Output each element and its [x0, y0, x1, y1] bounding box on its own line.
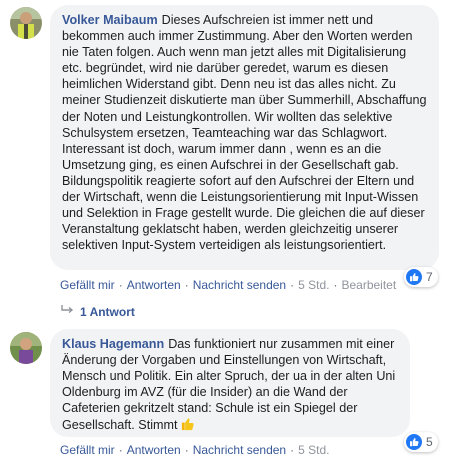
- thumbs-up-icon: [406, 269, 422, 285]
- reply-link[interactable]: Antworten: [127, 278, 181, 292]
- like-link[interactable]: Gefällt mir: [60, 443, 115, 457]
- send-message-link[interactable]: Nachricht senden: [193, 443, 286, 457]
- comment-bubble: Volker Maibaum Dieses Aufschreien ist imm…: [50, 5, 439, 270]
- replies-count-label: 1 Antwort: [80, 304, 135, 319]
- separator-dot: ·: [184, 443, 189, 457]
- send-message-link[interactable]: Nachricht senden: [193, 278, 286, 292]
- reply-link[interactable]: Antworten: [127, 443, 181, 457]
- separator-dot: ·: [118, 278, 123, 292]
- avatar[interactable]: [10, 7, 42, 39]
- separator-dot: ·: [333, 278, 338, 292]
- comment-author[interactable]: Volker Maibaum: [62, 13, 158, 27]
- like-link[interactable]: Gefällt mir: [60, 278, 115, 292]
- comment-actions: Gefällt mir · Antworten · Nachricht senden · 5…: [60, 443, 329, 457]
- separator-dot: ·: [184, 278, 189, 292]
- reply-arrow-icon: [60, 304, 74, 319]
- thumbs-up-icon: [406, 434, 422, 450]
- avatar-photo-icon: [10, 7, 42, 39]
- separator-dot: ·: [290, 278, 295, 292]
- timestamp[interactable]: 5 Std.: [298, 443, 329, 457]
- view-replies-link[interactable]: 1 Antwort: [60, 304, 135, 319]
- reaction-count: 7: [426, 270, 433, 284]
- reaction-summary[interactable]: 5: [404, 432, 438, 452]
- thumbs-up-emoji-icon: [180, 416, 195, 435]
- avatar[interactable]: [10, 332, 42, 364]
- separator-dot: ·: [290, 443, 295, 457]
- comment-text: Dieses Aufschreien ist immer nett und be…: [62, 13, 427, 253]
- reaction-summary[interactable]: 7: [404, 267, 438, 287]
- reaction-count: 5: [426, 435, 433, 449]
- timestamp[interactable]: 5 Std.: [298, 278, 329, 292]
- edited-label[interactable]: Bearbeitet: [341, 278, 396, 292]
- separator-dot: ·: [118, 443, 123, 457]
- comment-actions: Gefällt mir · Antworten · Nachricht senden · 5…: [60, 278, 396, 292]
- comment-author[interactable]: Klaus Hagemann: [62, 337, 164, 351]
- avatar-photo-icon: [10, 332, 42, 364]
- comment-bubble: Klaus Hagemann Das funktioniert nur zusam…: [50, 329, 410, 437]
- comment-text: Das funktioniert nur zusammen mit einer …: [62, 337, 396, 433]
